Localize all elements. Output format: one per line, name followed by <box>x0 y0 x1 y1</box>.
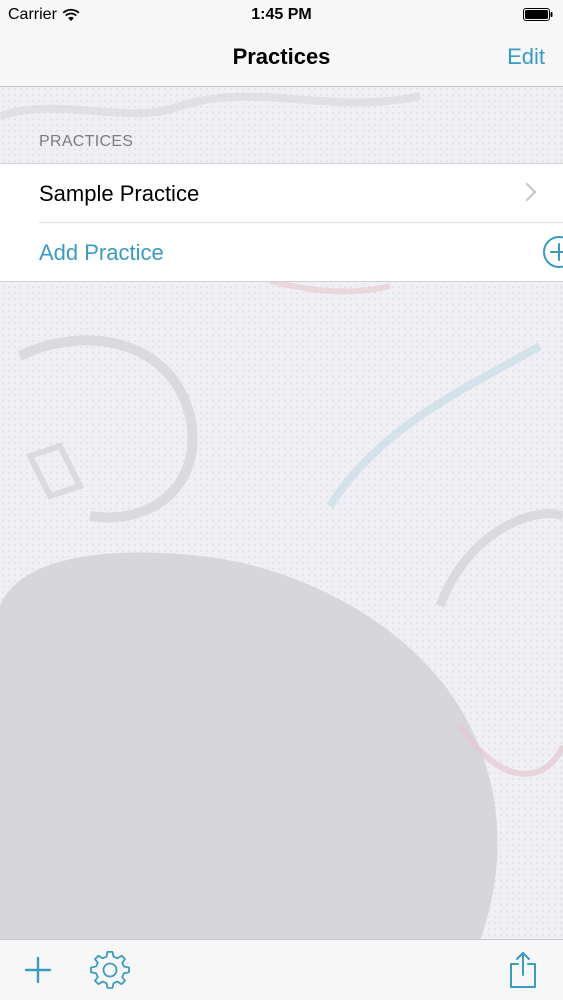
navigation-bar: Practices Edit <box>0 30 563 87</box>
edit-button[interactable]: Edit <box>507 44 545 70</box>
page-title: Practices <box>232 44 331 69</box>
practice-row-sample[interactable]: Sample Practice <box>0 164 563 222</box>
battery-icon <box>523 8 553 21</box>
share-icon[interactable] <box>508 950 538 990</box>
practice-row-label: Sample Practice <box>39 181 200 206</box>
app-screen: Carrier 1:45 PM Practices Edit PRACTICES… <box>0 0 563 1000</box>
practices-table: Sample Practice Add Practice <box>0 163 563 282</box>
plus-icon[interactable] <box>24 956 52 984</box>
add-practice-row[interactable]: Add Practice <box>39 222 563 281</box>
add-practice-label: Add Practice <box>39 240 164 265</box>
bottom-toolbar <box>0 939 563 1000</box>
status-bar: Carrier 1:45 PM <box>0 0 563 30</box>
chevron-right-icon <box>525 182 537 202</box>
section-header: PRACTICES <box>39 133 134 150</box>
gear-icon[interactable] <box>90 951 130 991</box>
status-time: 1:45 PM <box>251 6 312 23</box>
add-circle-icon[interactable] <box>542 235 563 269</box>
